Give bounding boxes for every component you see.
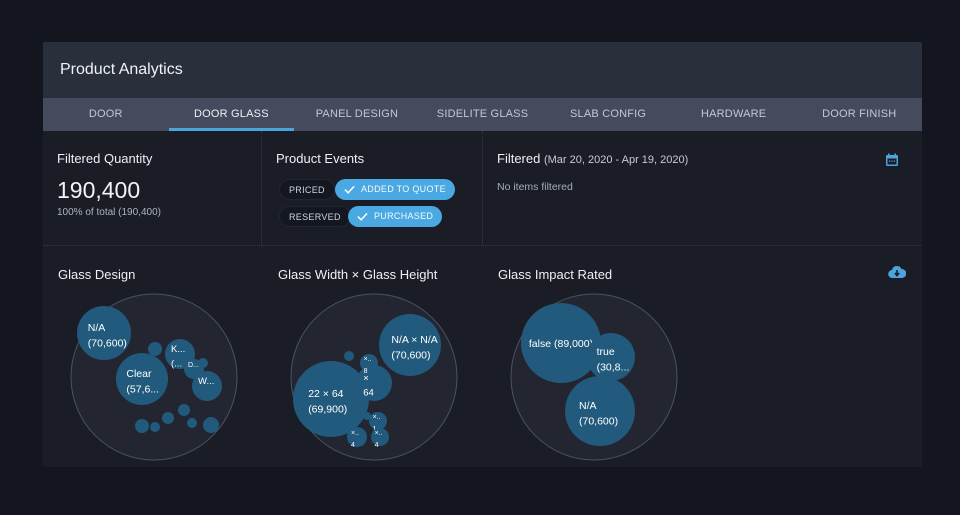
filtered-quantity-subtitle: 100% of total (190,400) bbox=[57, 207, 161, 218]
bubble[interactable] bbox=[198, 358, 208, 368]
bubble-label: ×.. bbox=[351, 430, 359, 437]
header: Product Analytics bbox=[43, 42, 922, 98]
bubble[interactable] bbox=[187, 418, 197, 428]
check-icon bbox=[344, 185, 355, 194]
filtered-quantity-title: Filtered Quantity bbox=[57, 151, 153, 166]
bubble-value: (70,600) bbox=[391, 350, 430, 362]
bubble-label: false (89,000) bbox=[529, 338, 593, 350]
bubble[interactable] bbox=[150, 422, 160, 432]
bubble-label: N/A bbox=[88, 322, 106, 334]
filtered-date-range: (Mar 20, 2020 - Apr 19, 2020) bbox=[543, 154, 689, 166]
bubble-label: N/A × N/A bbox=[391, 334, 437, 346]
tab-sidelite-glass[interactable]: SIDELITE GLASS bbox=[420, 98, 546, 131]
bubble-value: (... bbox=[171, 359, 182, 370]
tab-door[interactable]: DOOR bbox=[43, 98, 169, 131]
bubble[interactable] bbox=[135, 419, 149, 433]
bubble[interactable] bbox=[148, 342, 162, 356]
bubble-chart-glass-design: N/A (70,600) Clear (57,6... K... (... W... D... bbox=[70, 293, 238, 461]
bubble-value: (30,8... bbox=[597, 362, 630, 374]
bubble-label: 22 × 64 bbox=[308, 388, 343, 400]
chart-title-glass-impact-rated: Glass Impact Rated bbox=[498, 267, 613, 282]
chart-title-glass-design: Glass Design bbox=[58, 267, 136, 282]
bubble-value: (70,600) bbox=[579, 416, 618, 428]
product-analytics-card: Product Analytics DOOR DOOR GLASS PANEL … bbox=[43, 42, 922, 467]
cloud-download-icon[interactable] bbox=[888, 265, 906, 279]
no-items-filtered: No items filtered bbox=[497, 181, 573, 193]
bubble-value: 8 bbox=[364, 368, 368, 375]
bubble-label: ×.. bbox=[375, 430, 383, 437]
bubble-value: (70,600) bbox=[88, 338, 127, 350]
product-events-panel: Product Events PRICED ADDED TO QUOTE RES… bbox=[262, 131, 483, 245]
tab-slab-config[interactable]: SLAB CONFIG bbox=[545, 98, 671, 131]
pill-label: RESERVED bbox=[289, 212, 341, 222]
pill-purchased[interactable]: PURCHASED bbox=[348, 206, 443, 227]
filtered-quantity-panel: Filtered Quantity 190,400 100% of total … bbox=[43, 131, 262, 245]
bubble[interactable] bbox=[178, 404, 190, 416]
bubble-label: N/A bbox=[579, 400, 597, 412]
pill-label: PRICED bbox=[289, 185, 325, 195]
page-title: Product Analytics bbox=[60, 61, 183, 78]
tab-bar: DOOR DOOR GLASS PANEL DESIGN SIDELITE GL… bbox=[43, 98, 922, 131]
check-icon bbox=[357, 212, 368, 221]
bubble[interactable] bbox=[344, 351, 354, 361]
bubble-value: 4 bbox=[351, 442, 355, 449]
pill-label: PURCHASED bbox=[374, 211, 434, 221]
bubble[interactable] bbox=[363, 412, 371, 420]
tab-panel-design[interactable]: PANEL DESIGN bbox=[294, 98, 420, 131]
tab-door-finish[interactable]: DOOR FINISH bbox=[796, 98, 922, 131]
bubble[interactable] bbox=[357, 397, 367, 407]
pill-priced[interactable]: PRICED bbox=[279, 179, 335, 200]
pill-label: ADDED TO QUOTE bbox=[361, 184, 446, 194]
bubble-chart-glass-width-height: N/A × N/A(70,600)22 × 64(69,900)×64×..8×… bbox=[290, 293, 458, 461]
tab-door-glass[interactable]: DOOR GLASS bbox=[168, 98, 295, 131]
bubble[interactable] bbox=[565, 376, 635, 446]
stats-row: Filtered Quantity 190,400 100% of total … bbox=[43, 131, 922, 246]
bubble-label: D... bbox=[188, 362, 199, 369]
chart-title-glass-width-height: Glass Width × Glass Height bbox=[278, 267, 438, 282]
pill-added-to-quote[interactable]: ADDED TO QUOTE bbox=[335, 179, 455, 200]
bubble-label: Clear bbox=[126, 368, 152, 380]
pill-reserved[interactable]: RESERVED bbox=[279, 206, 351, 227]
tab-hardware[interactable]: HARDWARE bbox=[671, 98, 797, 131]
bubble-label: K... bbox=[171, 344, 185, 355]
bubble-label: true bbox=[597, 346, 615, 358]
filtered-quantity-value: 190,400 bbox=[57, 177, 141, 203]
bubble-label: ×.. bbox=[373, 414, 381, 421]
bubble-label: W... bbox=[198, 376, 214, 387]
bubble-value: 64 bbox=[363, 388, 374, 399]
bubble-value: 4 bbox=[375, 442, 379, 449]
bubble-value: (69,900) bbox=[308, 404, 347, 416]
calendar-icon[interactable] bbox=[885, 153, 899, 167]
bubble-value: (57,6... bbox=[126, 384, 159, 396]
bubble-label: ×.. bbox=[364, 356, 372, 363]
bubble[interactable] bbox=[162, 412, 174, 424]
filtered-panel: Filtered (Mar 20, 2020 - Apr 19, 2020) N… bbox=[483, 131, 922, 245]
bubble[interactable] bbox=[203, 417, 219, 433]
filtered-title: Filtered (Mar 20, 2020 - Apr 19, 2020) bbox=[497, 151, 688, 166]
filtered-label: Filtered bbox=[497, 151, 541, 166]
bubble-chart-glass-impact-rated: false (89,000) true (30,8... N/A (70,600) bbox=[510, 293, 678, 461]
charts-row: Glass Design N/A (70,600) Clear (57,6... K..… bbox=[43, 247, 922, 467]
product-events-title: Product Events bbox=[276, 151, 365, 166]
